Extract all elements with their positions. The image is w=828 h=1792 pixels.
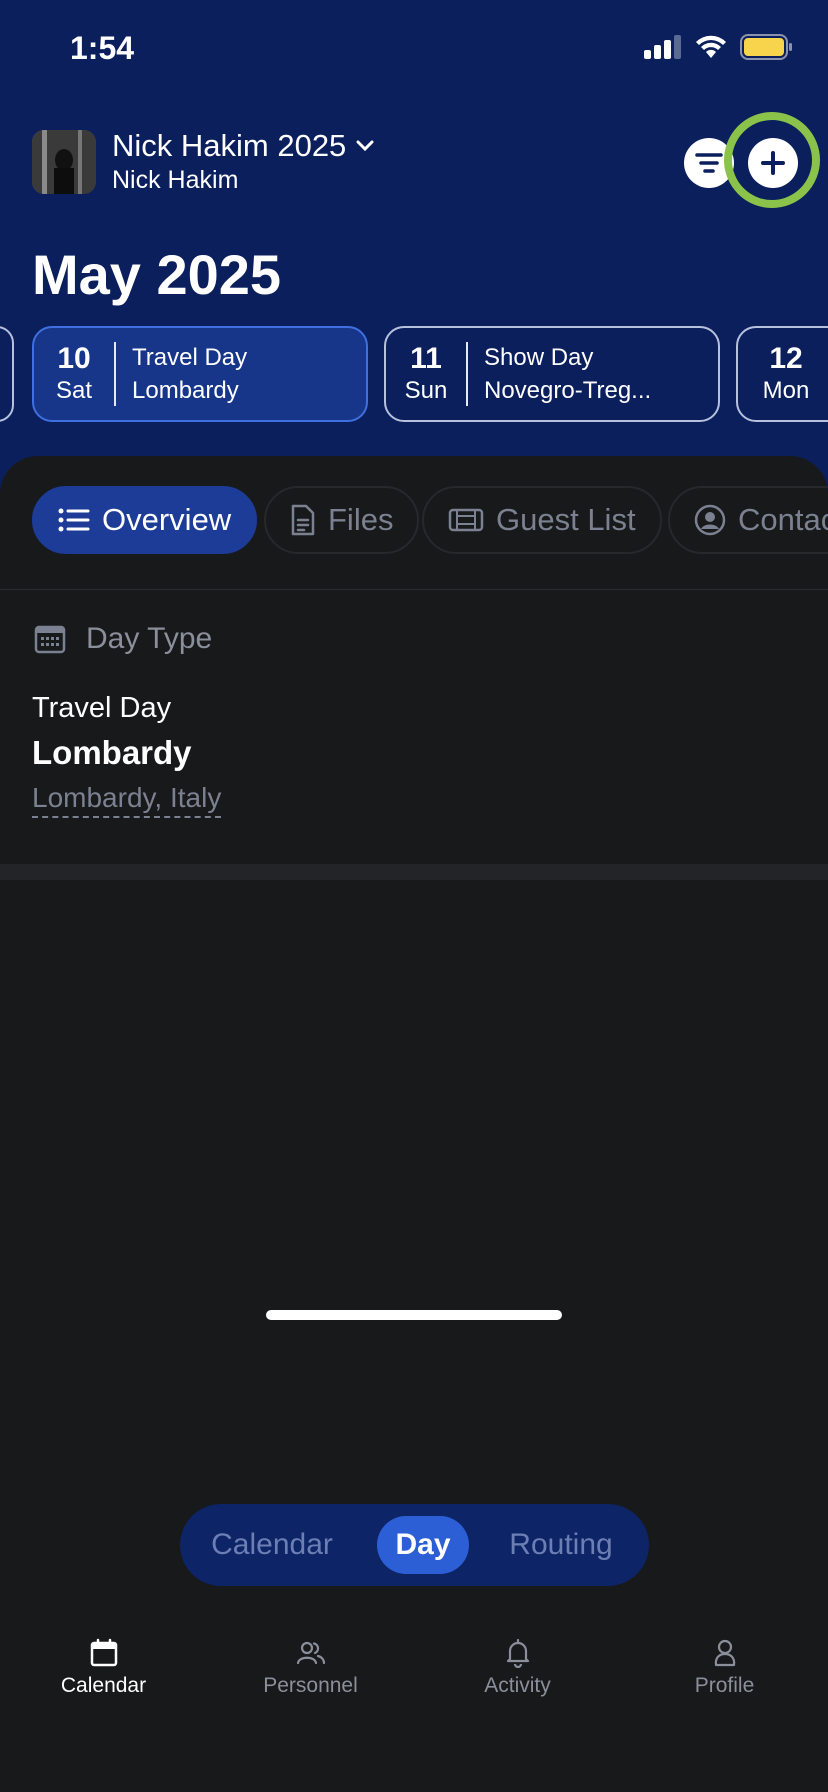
tabbar-label: Profile	[694, 1674, 755, 1697]
day-type-heading: Day Type	[34, 622, 212, 656]
content-panel: Overview Files Guest List Contac Day Typ…	[0, 456, 828, 1792]
day-weekday: Sun	[404, 377, 448, 404]
tabbar-calendar[interactable]: Calendar	[0, 1624, 207, 1744]
day-type: Show Day	[484, 344, 594, 371]
tab-label: Overview	[102, 502, 232, 537]
tour-title: Nick Hakim 2025	[112, 128, 347, 163]
day-weekday: Mon	[762, 377, 810, 404]
tab-files[interactable]: Files	[264, 486, 420, 554]
day-info: Show Day Novegro-Treg...	[468, 341, 651, 407]
day-weekday: Sat	[55, 377, 93, 404]
tabbar-personnel[interactable]: Personnel	[207, 1624, 414, 1744]
view-day[interactable]: Day	[377, 1516, 469, 1574]
day-place: Novegro-Treg...	[484, 377, 652, 404]
view-calendar[interactable]: Calendar	[198, 1516, 346, 1574]
day-type-value: Travel Day	[32, 692, 172, 724]
day-place: Lombardy	[132, 377, 239, 404]
tab-label: Guest List	[496, 502, 636, 537]
tour-subtitle: Nick Hakim	[112, 166, 239, 194]
tab-contacts[interactable]: Contac	[668, 486, 828, 554]
list-icon	[58, 508, 90, 532]
calendar-grid-icon	[34, 625, 66, 654]
day-number: 11	[410, 342, 442, 375]
status-icons	[644, 34, 794, 60]
tabbar-label: Calendar	[60, 1674, 147, 1697]
day-date: 10 Sat	[34, 342, 114, 406]
tabbar-profile[interactable]: Profile	[621, 1624, 828, 1744]
day-card-previous[interactable]	[0, 326, 14, 422]
calendar-icon	[90, 1638, 117, 1667]
section-tabs: Overview Files Guest List Contac	[0, 486, 828, 558]
section-title: Day Type	[86, 622, 213, 655]
view-switcher: Calendar Day Routing	[180, 1504, 649, 1586]
wifi-icon	[696, 35, 726, 58]
home-indicator	[266, 1310, 562, 1320]
tab-label: Files	[328, 502, 394, 537]
chevron-down-icon	[356, 140, 374, 152]
day-info: Travel Day Lombardy	[116, 341, 247, 407]
view-routing[interactable]: Routing	[490, 1516, 632, 1574]
filter-icon	[695, 153, 723, 173]
status-bar: 1:54	[0, 0, 828, 100]
tabbar-activity[interactable]: Activity	[414, 1624, 621, 1744]
day-number: 12	[769, 342, 803, 375]
bottom-tab-bar: Calendar Personnel Activity Profile	[0, 1624, 828, 1792]
month-title: May 2025	[32, 243, 282, 306]
tour-selector[interactable]: Nick Hakim 2025	[112, 128, 374, 164]
day-date: 11 Sun	[386, 342, 466, 406]
signal-icon	[644, 35, 681, 59]
people-icon	[296, 1641, 325, 1665]
ticket-icon	[448, 508, 484, 532]
divider	[0, 589, 828, 590]
add-button[interactable]	[748, 138, 798, 188]
person-icon	[714, 1639, 735, 1667]
file-icon	[291, 504, 315, 536]
tabbar-label: Personnel	[263, 1674, 358, 1697]
day-type: Travel Day	[132, 344, 248, 371]
day-card[interactable]: 12 Mon	[736, 326, 828, 422]
day-card[interactable]: 11 Sun Show Day Novegro-Treg...	[384, 326, 720, 422]
bell-icon	[506, 1638, 529, 1668]
day-type-name: Lombardy	[32, 734, 192, 771]
day-strip[interactable]: 10 Sat Travel Day Lombardy 11 Sun Show D…	[0, 326, 828, 424]
tab-guest-list[interactable]: Guest List	[422, 486, 662, 554]
location-link[interactable]: Lombardy, Italy	[32, 782, 222, 818]
battery-icon	[740, 34, 792, 60]
tour-avatar[interactable]	[32, 130, 96, 194]
tab-label: Contac	[738, 502, 828, 537]
tab-overview[interactable]: Overview	[32, 486, 258, 554]
day-number: 10	[57, 342, 91, 375]
section-separator	[0, 864, 828, 880]
status-time: 1:54	[70, 30, 135, 66]
plus-icon	[761, 151, 785, 175]
day-date: 12 Mon	[738, 342, 828, 406]
contact-icon	[694, 504, 726, 536]
day-card[interactable]: 10 Sat Travel Day Lombardy	[32, 326, 368, 422]
tour-header: Nick Hakim 2025 Nick Hakim	[0, 120, 828, 210]
tabbar-label: Activity	[484, 1674, 551, 1697]
